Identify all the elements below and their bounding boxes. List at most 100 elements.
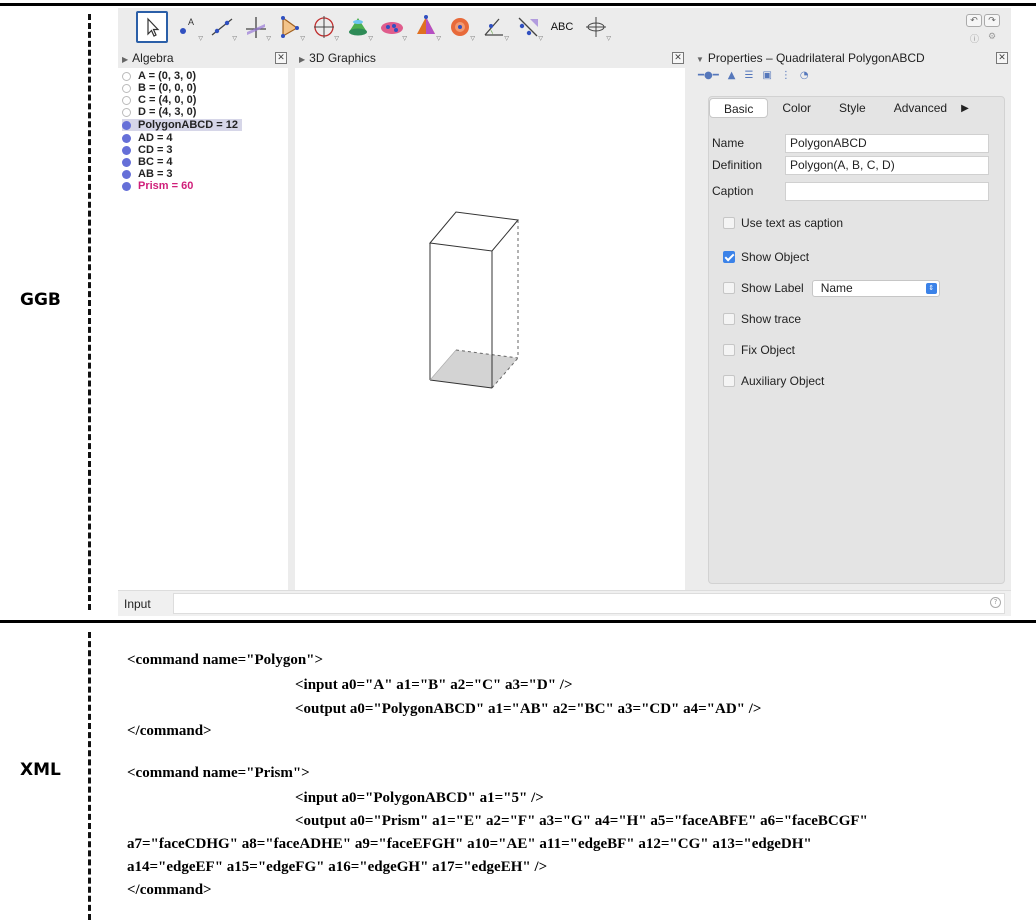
fix-object-checkbox[interactable]: Fix Object (723, 342, 795, 358)
properties-panel: Basic Color Style Advanced ▶ Name Polygo… (708, 96, 1005, 584)
algebra-item-segment-cd[interactable]: CD = 3 (122, 144, 173, 156)
xml-line-7: <output a0="Prism" a1="E" a2="F" a3="G" … (295, 813, 868, 829)
use-text-as-caption-checkbox[interactable]: Use text as caption (723, 215, 843, 231)
name-field[interactable]: PolygonABCD (785, 133, 989, 153)
input-help-icon[interactable]: ? (990, 597, 1001, 608)
visibility-toggle-icon[interactable] (122, 120, 131, 130)
visibility-toggle-icon[interactable] (122, 107, 131, 117)
visibility-toggle-icon[interactable] (122, 157, 131, 167)
tab-style[interactable]: Style (825, 98, 880, 118)
algebra-item-text: PolygonABCD = 12 (138, 119, 238, 131)
graphics-3d-canvas[interactable] (295, 68, 685, 590)
image-type-icon[interactable]: ▣ (762, 70, 771, 82)
visibility-toggle-icon[interactable] (122, 169, 131, 179)
checkbox-icon[interactable] (723, 344, 735, 356)
svg-text:A: A (188, 17, 194, 27)
algebra-item-point-a[interactable]: A = (0, 3, 0) (122, 70, 196, 82)
auxiliary-object-checkbox[interactable]: Auxiliary Object (723, 373, 824, 389)
algebra-item-segment-ab[interactable]: AB = 3 (122, 168, 173, 180)
checkbox-label: Show trace (741, 312, 802, 326)
text-tool-icon[interactable]: ABC (546, 11, 578, 43)
graphics-title: 3D Graphics (309, 51, 376, 65)
algebra-header[interactable]: ▶ Algebra (122, 51, 174, 68)
algebra-item-text: A = (0, 3, 0) (138, 70, 196, 82)
xml-line-9: a14="edgeEF" a15="edgeFG" a16="edgeGH" a… (127, 859, 548, 875)
visibility-toggle-icon[interactable] (122, 95, 131, 105)
line-icon[interactable]: ▽ (206, 11, 238, 43)
xml-line-8: a7="faceCDHG" a8="faceADHE" a9="faceEFGH… (127, 836, 812, 852)
toolbar: A ▽ ▽ ▽ ▽ ▽ ▽ ▽ ▽ ▽ ▽ ▽ ABC ▽ ↶ ↷ ⓘ ⚙ (118, 8, 1011, 50)
polygon-icon[interactable]: ▽ (274, 11, 306, 43)
segment-type-icon[interactable]: ━●━ (698, 70, 719, 82)
collapse-arrow-icon[interactable]: ▶ (122, 55, 128, 64)
label-style-select[interactable]: Name ⇕ (811, 279, 940, 297)
tab-advanced[interactable]: Advanced (880, 98, 961, 118)
prism-base-face (430, 350, 518, 388)
checkbox-icon[interactable] (723, 217, 735, 229)
checkbox-checked-icon[interactable] (723, 251, 735, 263)
algebra-item-point-d[interactable]: D = (4, 3, 0) (122, 106, 196, 118)
xml-dashed-divider (88, 632, 91, 920)
point-icon[interactable]: A ▽ (172, 11, 204, 43)
visibility-toggle-icon[interactable] (122, 145, 131, 155)
polygon-type-icon[interactable]: ▲ (728, 70, 736, 82)
close-graphics-icon[interactable]: ✕ (672, 52, 684, 64)
algebra-item-text: C = (4, 0, 0) (138, 94, 197, 106)
caption-label: Caption (712, 184, 754, 198)
xml-line-2: <input a0="A" a1="B" a2="C" a3="D" /> (295, 677, 573, 693)
circle-axis-icon[interactable]: ▽ (308, 11, 340, 43)
input-field[interactable] (173, 593, 1005, 614)
pyramid-icon[interactable]: ▽ (410, 11, 442, 43)
perpendicular-icon[interactable]: ▽ (240, 11, 272, 43)
algebra-item-segment-bc[interactable]: BC = 4 (122, 156, 173, 168)
visibility-toggle-icon[interactable] (122, 133, 131, 143)
move-arrow-icon[interactable] (136, 11, 168, 43)
checkbox-icon[interactable] (723, 375, 735, 387)
algebra-item-prism[interactable]: Prism = 60 (122, 180, 193, 192)
redo-icon[interactable]: ↷ (984, 14, 1000, 27)
collapse-arrow-icon[interactable]: ▶ (299, 55, 305, 64)
reflect-icon[interactable]: ▽ (512, 11, 544, 43)
settings-gear-icon[interactable]: ⚙ (988, 32, 996, 42)
select-arrows-icon[interactable]: ⇕ (925, 282, 937, 294)
definition-row: Definition Polygon(A, B, C, D) (709, 155, 989, 175)
xml-line-3: <output a0="PolygonABCD" a1="AB" a2="BC"… (295, 701, 762, 717)
definition-field[interactable]: Polygon(A, B, C, D) (785, 155, 989, 175)
caption-field[interactable] (785, 181, 989, 201)
rotate-view-icon[interactable]: ▽ (580, 11, 612, 43)
close-properties-icon[interactable]: ✕ (996, 52, 1008, 64)
expand-arrow-icon[interactable]: ▼ (696, 55, 704, 64)
properties-header[interactable]: ▼ Properties – Quadrilateral PolygonABCD (696, 51, 925, 68)
tab-basic[interactable]: Basic (709, 98, 769, 118)
show-label-checkbox[interactable]: Show Label Name ⇕ (723, 279, 940, 297)
plane-type-icon[interactable]: ◔ (800, 70, 809, 82)
close-algebra-icon[interactable]: ✕ (275, 52, 287, 64)
checkbox-icon[interactable] (723, 282, 735, 294)
checkbox-label: Auxiliary Object (741, 374, 825, 388)
visibility-toggle-icon[interactable] (122, 71, 131, 81)
tab-scroll-right-icon[interactable]: ▶ (961, 103, 969, 114)
algebra-item-polygon[interactable]: PolygonABCD = 12 (122, 119, 242, 131)
undo-icon[interactable]: ↶ (966, 14, 982, 27)
dots-type-icon[interactable]: ⋮ (781, 70, 791, 82)
list-type-icon[interactable]: ☰ (744, 70, 753, 82)
plane-icon[interactable]: ▽ (376, 11, 408, 43)
xml-line-10: </command> (127, 882, 212, 898)
intersect-surfaces-icon[interactable]: ▽ (342, 11, 374, 43)
algebra-item-text: D = (4, 3, 0) (138, 106, 197, 118)
checkbox-icon[interactable] (723, 313, 735, 325)
show-object-checkbox[interactable]: Show Object (723, 249, 809, 265)
checkbox-label: Use text as caption (741, 216, 844, 230)
visibility-toggle-icon[interactable] (122, 181, 131, 191)
algebra-item-segment-ad[interactable]: AD = 4 (122, 132, 173, 144)
algebra-item-point-c[interactable]: C = (4, 0, 0) (122, 94, 196, 106)
sphere-icon[interactable]: ▽ (444, 11, 476, 43)
help-icon[interactable]: ⓘ (970, 32, 979, 45)
visibility-toggle-icon[interactable] (122, 83, 131, 93)
graphics-header[interactable]: ▶ 3D Graphics (299, 51, 376, 68)
angle-icon[interactable]: ▽ (478, 11, 510, 43)
prism-drawing (429, 211, 519, 389)
show-trace-checkbox[interactable]: Show trace (723, 311, 801, 327)
tab-color[interactable]: Color (768, 98, 825, 118)
algebra-item-point-b[interactable]: B = (0, 0, 0) (122, 82, 196, 94)
